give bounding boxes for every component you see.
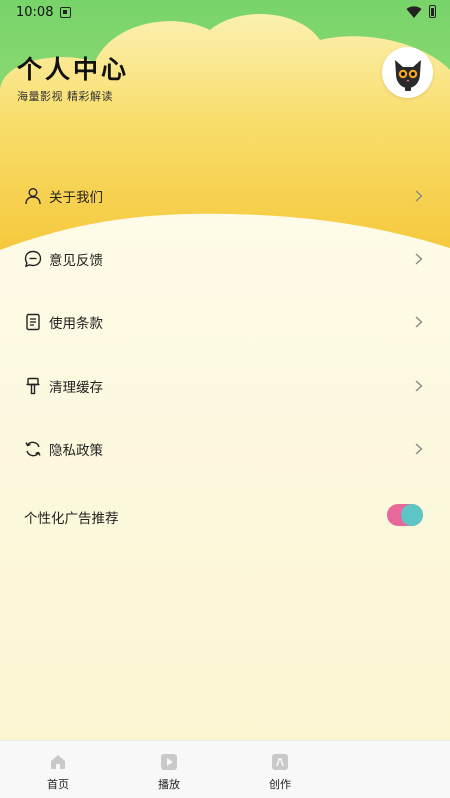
chevron-right-icon [415, 443, 423, 455]
play-icon [161, 754, 177, 770]
home-icon [51, 755, 65, 769]
cat-avatar-icon [394, 59, 421, 91]
notification-icon [60, 7, 71, 18]
menu-item-clear-cache[interactable]: 清理缓存 [0, 354, 450, 417]
page-subtitle: 海量影视 精彩解读 [17, 90, 113, 103]
menu-item-about[interactable]: 关于我们 [0, 164, 450, 227]
chevron-right-icon [415, 380, 423, 392]
status-bar: 10:08 [0, 0, 450, 26]
menu-item-label: 意见反馈 [49, 252, 103, 269]
settings-menu: 关于我们 意见反馈 使用条款 清理缓存 隐私政策 [0, 164, 450, 480]
menu-item-privacy[interactable]: 隐私政策 [0, 417, 450, 480]
tab-play[interactable]: 播放 [129, 741, 209, 798]
avatar[interactable] [382, 47, 433, 98]
tab-create[interactable]: 创作 [240, 741, 320, 798]
tab-home[interactable]: 首页 [18, 741, 98, 798]
wifi-icon [406, 6, 422, 18]
menu-item-label: 关于我们 [49, 189, 103, 206]
document-icon [26, 314, 40, 331]
chevron-right-icon [415, 316, 423, 328]
tab-label: 首页 [47, 778, 69, 791]
user-icon [25, 187, 41, 204]
personalized-ads-toggle[interactable] [387, 504, 423, 526]
tab-label: 创作 [269, 778, 291, 791]
menu-item-label: 清理缓存 [49, 379, 103, 396]
chevron-right-icon [415, 190, 423, 202]
menu-item-feedback[interactable]: 意见反馈 [0, 227, 450, 290]
chevron-right-icon [415, 253, 423, 265]
page-title: 个人中心 [17, 55, 130, 84]
bottom-tab-bar: 首页 播放 创作 [0, 740, 450, 798]
toggle-knob [401, 504, 423, 526]
personalized-ads-row: 个性化广告推荐 [0, 496, 450, 536]
menu-item-label: 使用条款 [49, 316, 103, 333]
refresh-icon [25, 441, 41, 457]
menu-item-terms[interactable]: 使用条款 [0, 291, 450, 354]
brush-icon [26, 377, 40, 394]
personalized-ads-label: 个性化广告推荐 [24, 511, 119, 527]
chat-bubble-icon [24, 250, 42, 268]
status-time: 10:08 [16, 5, 54, 20]
battery-icon [429, 5, 436, 18]
tab-label: 播放 [158, 778, 180, 791]
menu-item-label: 隐私政策 [49, 442, 103, 459]
create-icon [272, 754, 288, 770]
